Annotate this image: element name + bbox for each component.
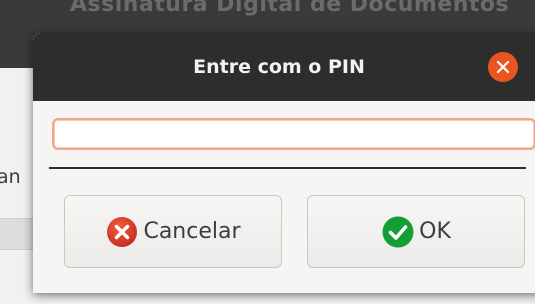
checkmark-icon (382, 216, 414, 247)
separator (49, 167, 526, 169)
ok-button[interactable]: OK (307, 195, 525, 268)
background-window-label: an (0, 166, 21, 188)
ok-button-label: OK (419, 219, 451, 244)
background-window-title: Assinatura Digital de Documentos (70, 0, 510, 17)
cancel-icon (107, 216, 138, 247)
pin-input[interactable] (52, 118, 535, 150)
cancel-button-label: Cancelar (143, 219, 241, 244)
screen: Assinatura Digital de Documentos an Entr… (0, 0, 535, 304)
pin-dialog: Entre com o PIN Cancelar OK (33, 33, 535, 293)
dialog-title: Entre com o PIN (193, 56, 365, 78)
cancel-button[interactable]: Cancelar (64, 195, 282, 268)
close-button[interactable] (488, 52, 518, 82)
close-icon (496, 60, 510, 74)
dialog-header: Entre com o PIN (33, 33, 535, 101)
